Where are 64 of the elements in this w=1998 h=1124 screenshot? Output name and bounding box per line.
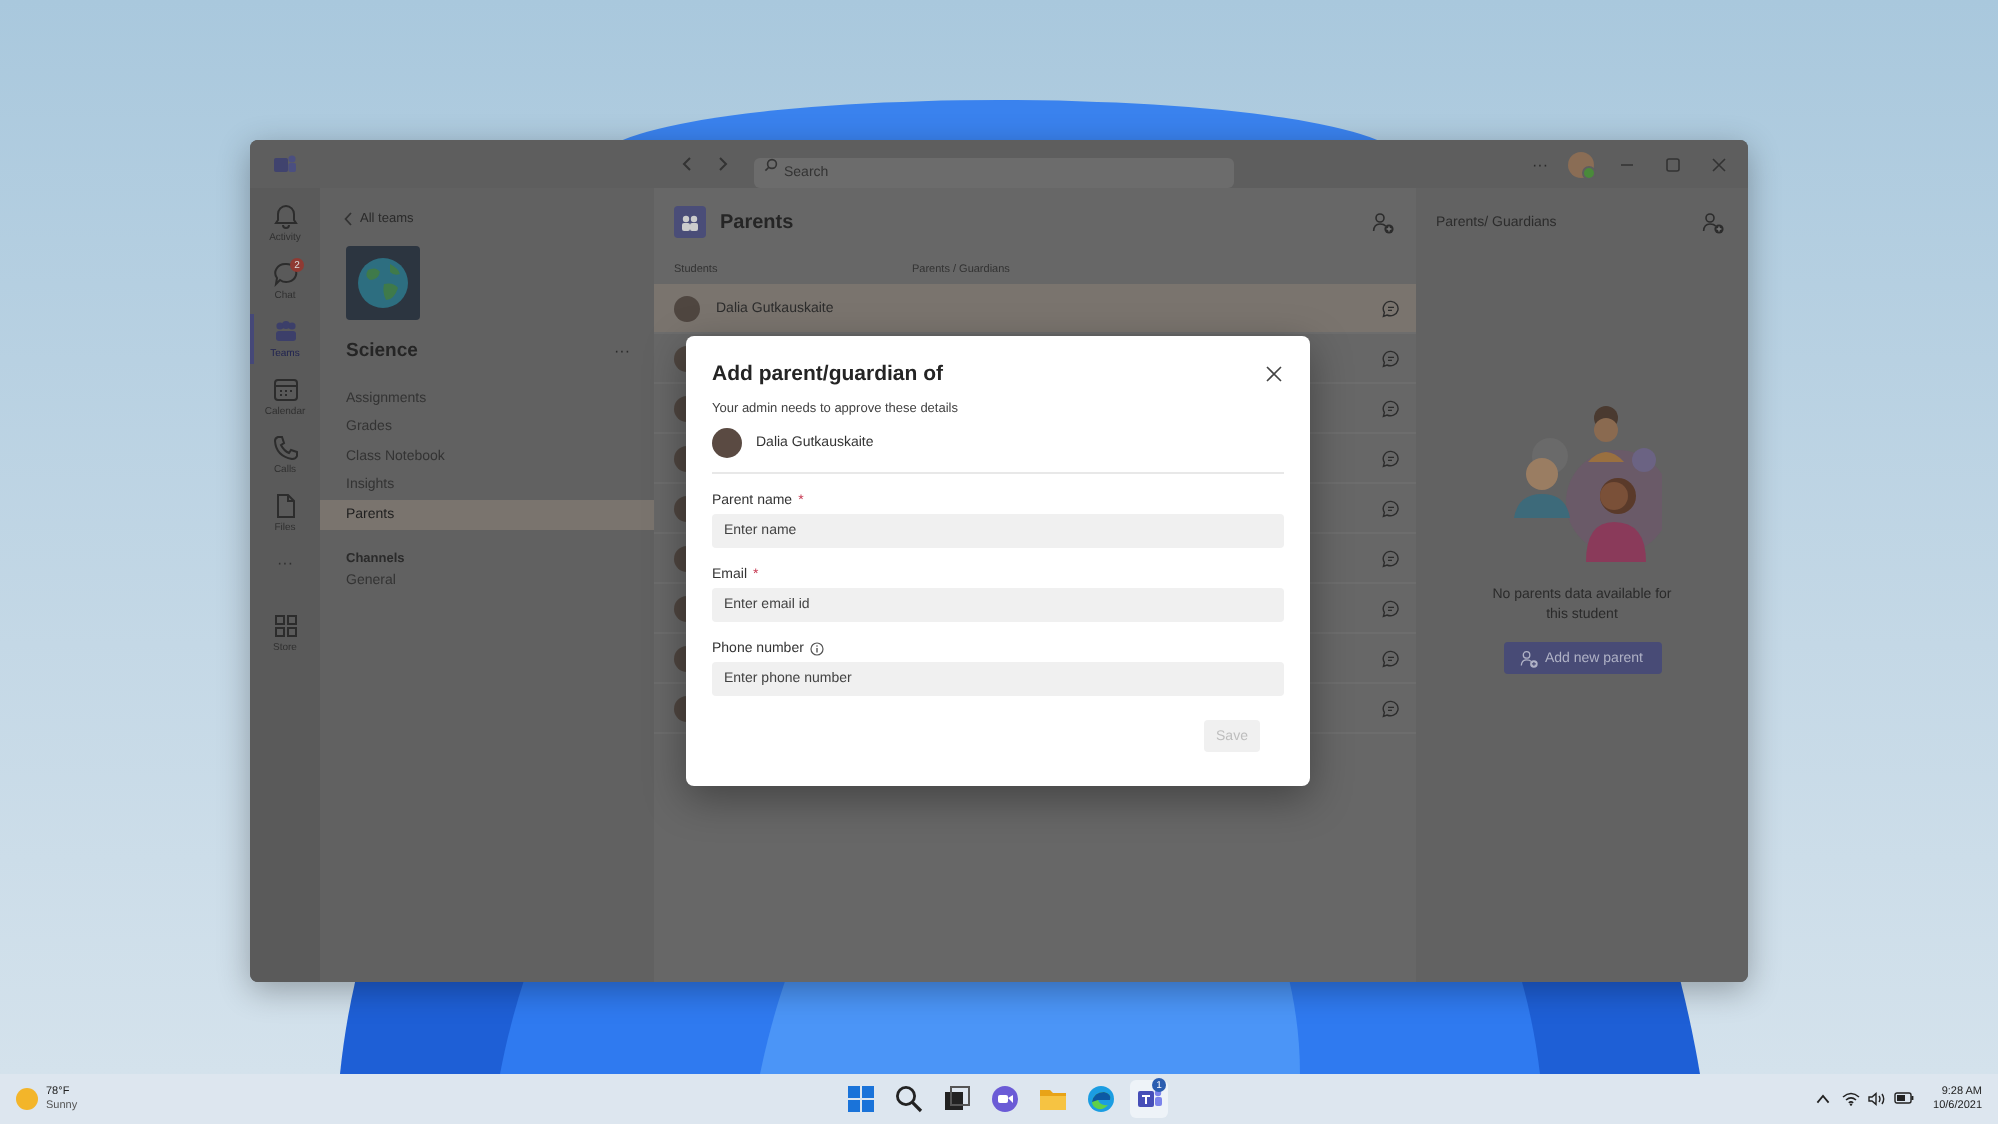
more-options-button[interactable]: ···: [614, 342, 630, 360]
chat-button[interactable]: [1382, 599, 1400, 617]
show-hidden-icons-button[interactable]: [1815, 1094, 1830, 1104]
chat-bubble-icon: [1382, 449, 1400, 467]
folder-icon: [1038, 1084, 1068, 1114]
chevron-up-icon: [1815, 1094, 1830, 1104]
chat-bubble-icon: [1382, 599, 1400, 617]
chat-bubble-icon: [1382, 499, 1400, 517]
chevron-left-icon: [344, 212, 352, 226]
browser-icon: [1086, 1084, 1116, 1114]
bell-icon: [271, 202, 299, 230]
team-name: Science: [346, 340, 418, 362]
chat-bubble-icon: [1382, 349, 1400, 367]
chevron-left-icon: [682, 156, 692, 172]
taskbar-app-button[interactable]: [890, 1080, 928, 1118]
quick-settings-button[interactable]: [1841, 1092, 1914, 1106]
taskbar-app-button[interactable]: [1082, 1080, 1120, 1118]
maximize-icon: [1666, 157, 1680, 171]
more-apps-button[interactable]: ···: [277, 546, 293, 580]
chat-button[interactable]: [1382, 299, 1400, 317]
search-icon: [894, 1084, 924, 1114]
dialog-title: Add parent/guardian of: [712, 362, 943, 386]
calendar-icon: [271, 376, 299, 404]
close-icon: [1712, 157, 1726, 171]
add-person-icon: [1372, 211, 1394, 233]
task-view-icon: [942, 1084, 972, 1114]
people-icon: [271, 318, 299, 346]
maximize-button[interactable]: [1660, 157, 1686, 171]
chat-button[interactable]: [1382, 399, 1400, 417]
add-person-button[interactable]: [1702, 211, 1724, 233]
chat-button[interactable]: [1382, 649, 1400, 667]
video-chat-icon: [990, 1084, 1020, 1114]
chat-button[interactable]: [1382, 699, 1400, 717]
globe-icon: [356, 256, 410, 310]
app-grid-icon: [271, 612, 299, 640]
chat-button[interactable]: [1382, 549, 1400, 567]
chat-button[interactable]: [1382, 349, 1400, 367]
chat-bubble-icon: [1382, 549, 1400, 567]
chat-bubble-icon: [1382, 299, 1400, 317]
add-person-icon: [1702, 211, 1724, 233]
avatar-placeholder: [712, 428, 742, 458]
app-logo-icon: [274, 154, 296, 174]
chat-bubble-icon: [1382, 699, 1400, 717]
chat-button[interactable]: [1382, 449, 1400, 467]
battery-icon: [1893, 1092, 1914, 1104]
wifi-icon: [1841, 1092, 1860, 1106]
channel-title: Parents: [720, 211, 794, 233]
add-person-icon: [1520, 649, 1539, 667]
people-icon: [680, 213, 700, 231]
chat-button[interactable]: [1382, 499, 1400, 517]
avatar-placeholder: [674, 295, 700, 321]
close-button[interactable]: [1266, 366, 1282, 382]
windows-logo-icon: [846, 1084, 876, 1114]
chat-bubble-icon: [1382, 649, 1400, 667]
chevron-right-icon: [718, 156, 728, 172]
chat-bubble-icon: [1382, 399, 1400, 417]
speaker-icon: [1867, 1092, 1886, 1106]
add-person-button[interactable]: [1372, 211, 1394, 233]
chat-bubble-icon: [271, 260, 299, 288]
document-icon: [271, 492, 299, 520]
sun-icon: [16, 1088, 38, 1110]
phone-icon: [271, 434, 299, 462]
close-icon: [1266, 366, 1282, 382]
more-options-button[interactable]: ···: [1532, 155, 1548, 173]
